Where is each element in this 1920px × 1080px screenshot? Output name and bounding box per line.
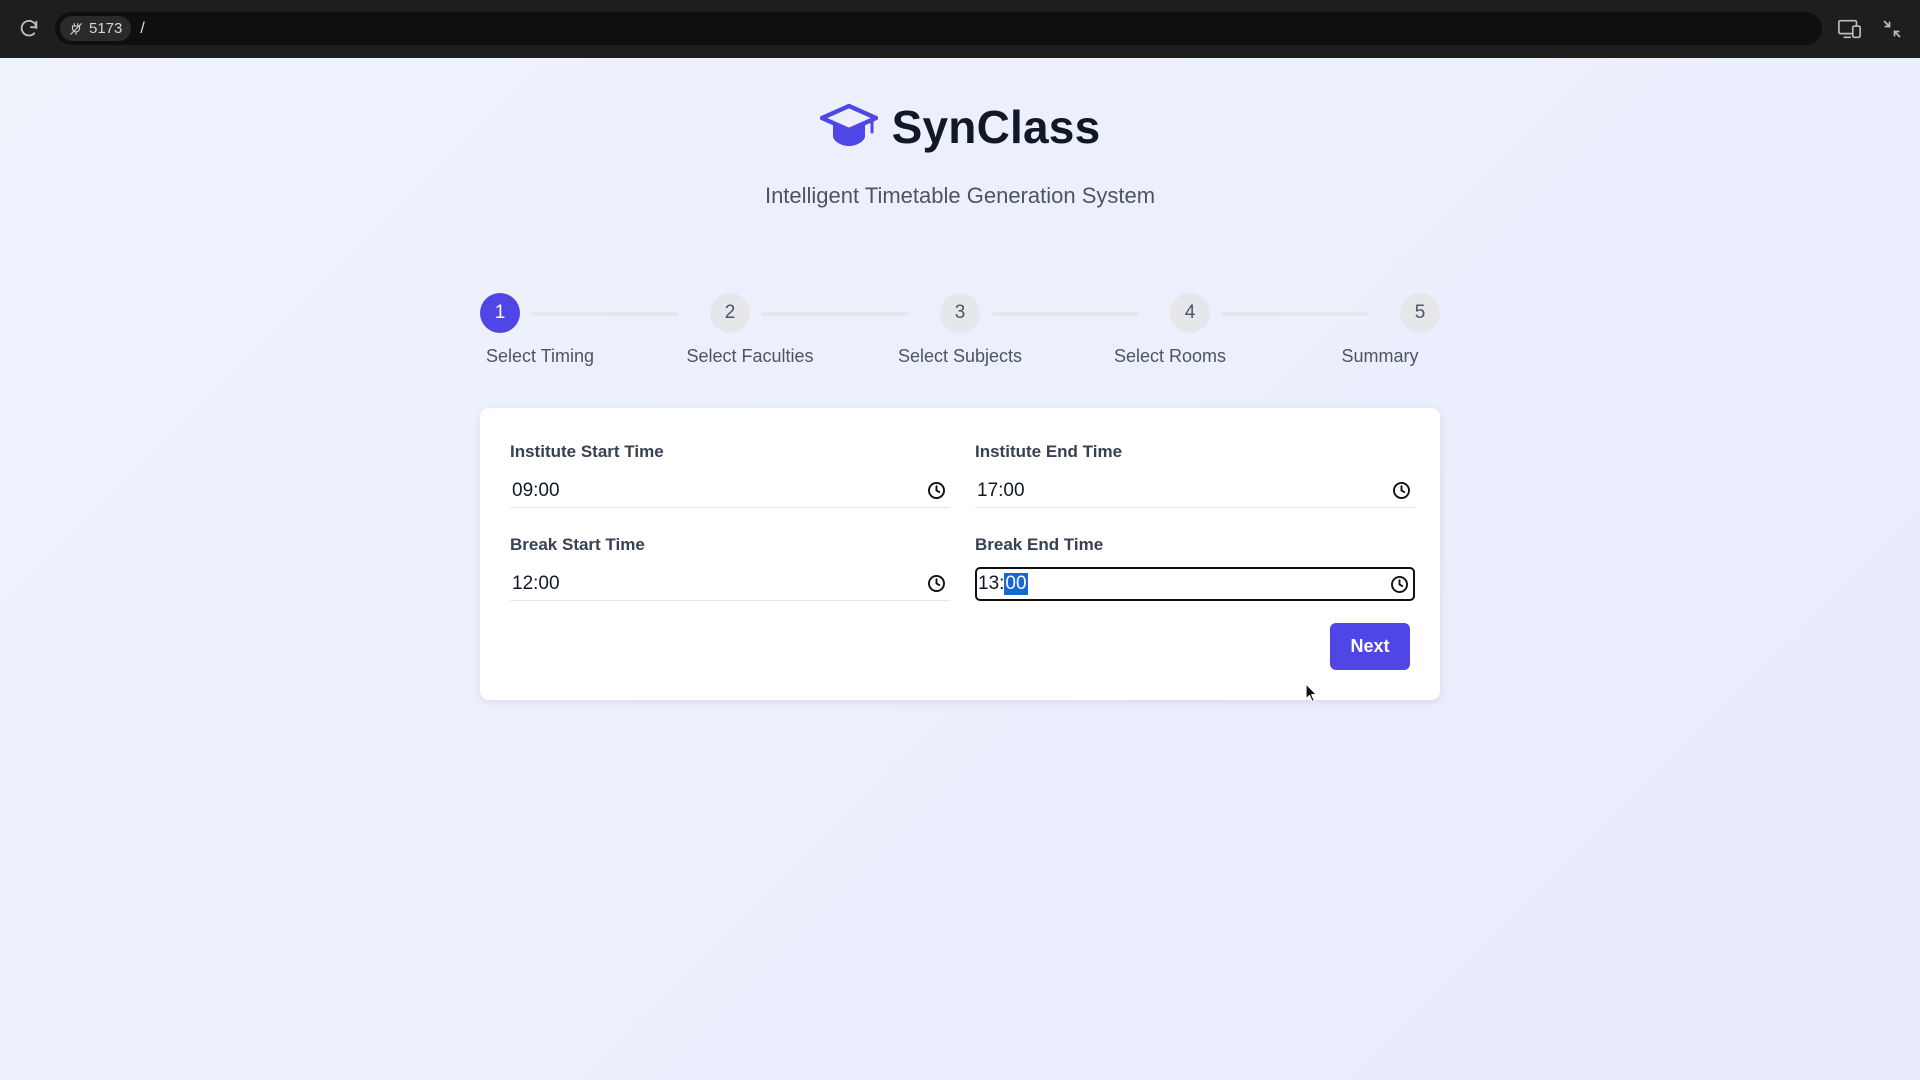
step-connector — [761, 312, 909, 316]
break-start-value: 12:00 — [512, 572, 560, 594]
reload-icon — [20, 19, 38, 37]
clock-icon[interactable] — [926, 574, 946, 594]
brand-header: SynClass — [0, 100, 1920, 154]
step-connector — [1221, 312, 1369, 316]
step-3-label: Select Subjects — [897, 346, 1023, 366]
reload-button[interactable] — [14, 14, 44, 44]
port-number: 5173 — [89, 20, 123, 37]
url-path: / — [140, 19, 145, 37]
break-end-label: Break End Time — [975, 535, 1104, 554]
break-start-field: Break Start Time 12:00 — [510, 535, 950, 601]
step-2-circle: 2 — [710, 293, 750, 333]
step-4-label: Select Rooms — [1113, 346, 1227, 366]
devices-button[interactable] — [1836, 15, 1864, 43]
break-start-label: Break Start Time — [510, 535, 645, 554]
institute-start-field: Institute Start Time 09:00 — [510, 442, 950, 508]
break-end-hours[interactable]: 13 — [978, 573, 999, 595]
institute-start-label: Institute Start Time — [510, 442, 664, 461]
port-chip[interactable]: 5173 — [60, 16, 132, 41]
browser-toolbar: 5173 / — [0, 0, 1920, 58]
next-button[interactable]: Next — [1330, 623, 1410, 670]
mouse-cursor-icon — [1305, 683, 1318, 703]
step-2-label: Select Faculties — [686, 346, 814, 366]
break-end-minutes-selected[interactable]: 00 — [1004, 573, 1028, 595]
break-end-input[interactable]: 13:00 — [975, 567, 1415, 601]
devices-icon — [1838, 19, 1861, 39]
step-4-circle: 4 — [1170, 293, 1210, 333]
institute-start-value: 09:00 — [512, 479, 560, 501]
clock-icon[interactable] — [1391, 481, 1411, 501]
institute-end-field: Institute End Time 17:00 — [975, 442, 1415, 508]
step-1-label: Select Timing — [485, 346, 595, 366]
clock-icon[interactable] — [926, 481, 946, 501]
institute-start-input[interactable]: 09:00 — [510, 474, 950, 508]
break-end-value: 13:00 — [978, 573, 1028, 595]
institute-end-input[interactable]: 17:00 — [975, 474, 1415, 508]
address-bar[interactable]: 5173 / — [55, 12, 1822, 45]
step-connector — [531, 312, 679, 316]
institute-end-label: Institute End Time — [975, 442, 1123, 461]
app-title: SynClass — [891, 101, 1101, 153]
step-connector — [991, 312, 1139, 316]
institute-end-value: 17:00 — [977, 479, 1025, 501]
progress-stepper: 1 2 3 4 5 Select Timing Select Faculties… — [480, 293, 1440, 373]
step-3-circle: 3 — [940, 293, 980, 333]
graduation-cap-icon — [819, 103, 878, 146]
clock-icon[interactable] — [1389, 574, 1409, 594]
app-subtitle: Intelligent Timetable Generation System — [764, 183, 1156, 208]
break-end-field: Break End Time 13:00 — [975, 535, 1415, 601]
disconnected-plug-icon — [70, 22, 82, 35]
step-1-circle: 1 — [480, 293, 520, 333]
timing-form-card: Institute Start Time 09:00 Institute End… — [480, 408, 1440, 700]
collapse-icon — [1883, 20, 1901, 38]
collapse-button[interactable] — [1878, 15, 1906, 43]
break-start-input[interactable]: 12:00 — [510, 567, 950, 601]
step-5-circle: 5 — [1400, 293, 1440, 333]
step-5-label: Summary — [1341, 346, 1419, 366]
